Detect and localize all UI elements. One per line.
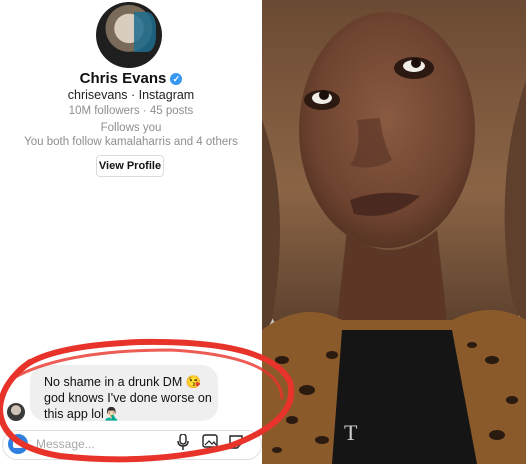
- profile-avatar[interactable]: [96, 2, 162, 68]
- sticker-icon[interactable]: [228, 434, 244, 450]
- mutual-followers: You both follow kamalaharris and 4 other…: [24, 136, 238, 148]
- profile-handle: chrisevans · Instagram: [67, 88, 195, 102]
- reaction-photo: T: [262, 0, 526, 464]
- camera-icon[interactable]: [8, 434, 28, 454]
- dm-panel: Chris Evans ✓ chrisevans · Instagram 10M …: [0, 0, 262, 464]
- follow-status: Follows you: [100, 122, 162, 134]
- message-input[interactable]: Message...: [36, 437, 95, 451]
- shirt-graphic-text: T: [344, 420, 358, 445]
- profile-stats: 10M followers · 45 posts: [68, 105, 194, 117]
- message-text: No shame in a drunk DM 😘 god knows I've …: [44, 375, 212, 421]
- microphone-icon[interactable]: [177, 434, 189, 450]
- profile-name: Chris Evans: [79, 70, 167, 87]
- person-photo-illustration: T: [262, 0, 526, 464]
- sender-avatar[interactable]: [7, 403, 25, 421]
- view-profile-button[interactable]: View Profile: [96, 155, 164, 177]
- profile-name-row: Chris Evans ✓: [0, 70, 262, 87]
- gallery-icon[interactable]: [202, 434, 218, 448]
- verified-badge-icon: ✓: [170, 73, 183, 85]
